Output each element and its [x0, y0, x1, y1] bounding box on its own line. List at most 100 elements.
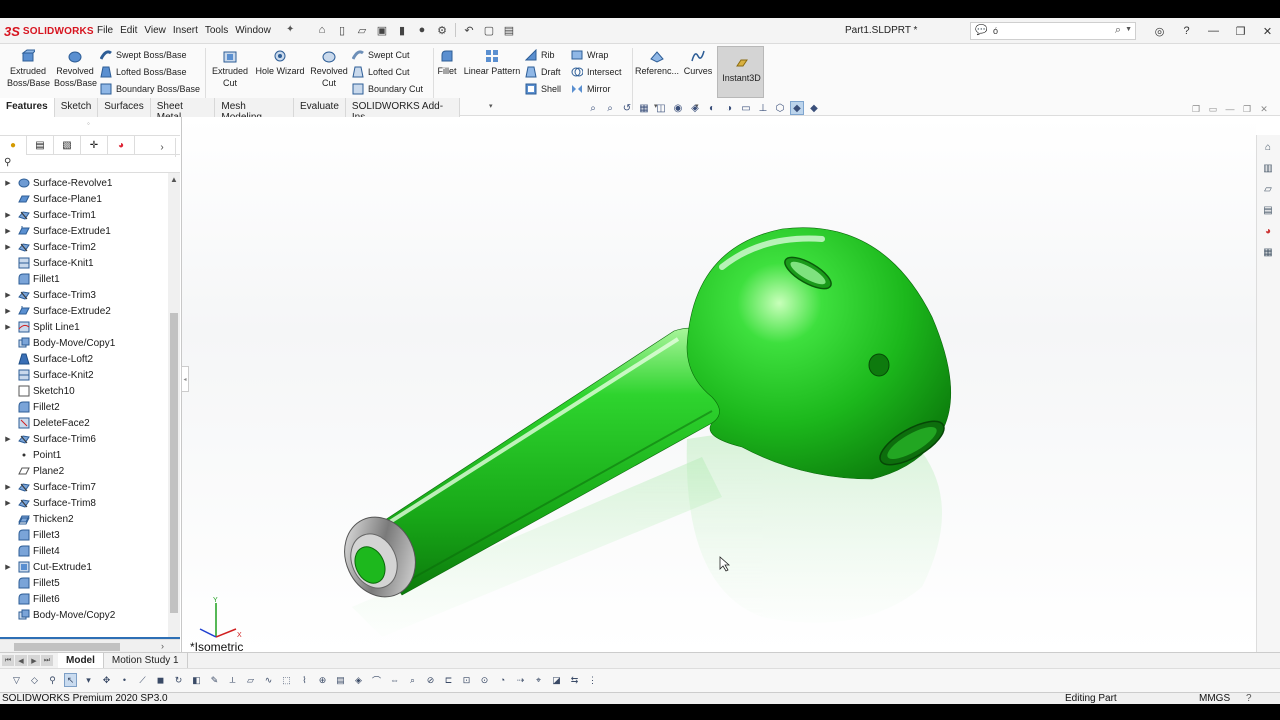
- search-box[interactable]: 💬 ó ⌕ ▼: [970, 22, 1136, 40]
- shell-button[interactable]: Shell: [525, 82, 561, 96]
- shaded-with-edges-icon[interactable]: ◆: [790, 101, 804, 115]
- measure-icon[interactable]: ⌕: [406, 673, 419, 687]
- print-icon[interactable]: ▮: [395, 22, 409, 38]
- arrow-icon[interactable]: ⇢: [514, 673, 527, 687]
- view-orientation-icon[interactable]: ◫: [654, 101, 668, 115]
- expand-arrow-icon[interactable]: ▶: [0, 563, 12, 571]
- hole-wizard-button[interactable]: Hole Wizard: [254, 48, 306, 77]
- menu-window[interactable]: Window: [234, 25, 277, 36]
- tree-item[interactable]: ▶ Surface-Extrude1: [0, 223, 168, 239]
- rib-button[interactable]: Rib: [525, 48, 555, 62]
- light-icon[interactable]: ⊙: [478, 673, 491, 687]
- tree-item[interactable]: Fillet5: [0, 575, 168, 591]
- tree-item[interactable]: Sketch10: [0, 383, 168, 399]
- mirror-button[interactable]: Mirror: [571, 82, 611, 96]
- scroll-thumb[interactable]: [14, 643, 120, 651]
- tree-item[interactable]: Surface-Knit1: [0, 255, 168, 271]
- display-manager-tab-icon[interactable]: ◕: [108, 136, 135, 155]
- move-icon[interactable]: ✥: [100, 673, 113, 687]
- section-icon[interactable]: ⊘: [424, 673, 437, 687]
- expand-arrow-icon[interactable]: ▶: [0, 435, 12, 443]
- first-tab-icon[interactable]: ⏮: [2, 655, 14, 666]
- body-icon[interactable]: ◧: [190, 673, 203, 687]
- select-cursor-icon[interactable]: ↖: [64, 673, 77, 687]
- feature-manager-tab-icon[interactable]: ●: [0, 136, 27, 155]
- apply-scene-icon[interactable]: ◑: [722, 101, 736, 115]
- line-icon[interactable]: ⟋: [136, 673, 149, 687]
- tab-sheet-metal[interactable]: Sheet Metal: [150, 98, 216, 123]
- hide-show-items-icon[interactable]: ◈: [688, 101, 702, 115]
- chevron-down-icon[interactable]: ▼: [1125, 26, 1132, 33]
- decal-icon[interactable]: ◪: [550, 673, 563, 687]
- zoom-to-area-icon[interactable]: ⌕: [603, 101, 617, 115]
- reference-geometry-button[interactable]: Referenc...: [635, 48, 679, 77]
- tree-item[interactable]: ▶ Split Line1: [0, 319, 168, 335]
- panel-grip-icon[interactable]: ◦: [87, 119, 90, 128]
- tree-item[interactable]: Fillet4: [0, 543, 168, 559]
- collapse-panel-handle[interactable]: ◂: [181, 366, 189, 392]
- search-icon[interactable]: ⌕: [1115, 24, 1121, 37]
- boundary-boss-button[interactable]: Boundary Boss/Base: [100, 82, 200, 96]
- next-tab-icon[interactable]: ▶: [28, 655, 40, 666]
- unit-system[interactable]: MMGS: [1199, 693, 1230, 704]
- tree-item[interactable]: ▶ Surface-Trim7: [0, 479, 168, 495]
- wrap-button[interactable]: Wrap: [571, 48, 608, 62]
- viewport-close-icon[interactable]: ✕: [1258, 103, 1270, 115]
- display-style-icon[interactable]: ◉: [671, 101, 685, 115]
- restore-icon[interactable]: ❐: [1227, 22, 1254, 40]
- point-icon[interactable]: •: [118, 673, 131, 687]
- last-tab-icon[interactable]: ⏭: [41, 655, 53, 666]
- view-settings-icon[interactable]: ▭: [739, 101, 753, 115]
- new-document-icon[interactable]: ▯: [335, 22, 349, 38]
- tree-item[interactable]: Point1: [0, 447, 168, 463]
- intersect-button[interactable]: Intersect: [571, 65, 622, 79]
- vertical-scrollbar[interactable]: ▲: [168, 173, 180, 641]
- file-properties-icon[interactable]: ▤: [502, 22, 516, 38]
- menu-edit[interactable]: Edit: [119, 25, 143, 36]
- configuration-manager-tab-icon[interactable]: ▧: [54, 136, 81, 155]
- tree-item[interactable]: ▶ Surface-Trim6: [0, 431, 168, 447]
- linear-pattern-button[interactable]: Linear Pattern: [462, 48, 522, 77]
- dimxpert-manager-tab-icon[interactable]: ✛: [81, 136, 108, 155]
- tree-item[interactable]: Body-Move/Copy1: [0, 335, 168, 351]
- filter-vertices-icon[interactable]: ▽: [10, 673, 23, 687]
- expand-arrow-icon[interactable]: ▶: [0, 243, 12, 251]
- menu-view[interactable]: View: [143, 25, 172, 36]
- isometric-view-icon[interactable]: ⬡: [773, 101, 787, 115]
- tree-item[interactable]: Surface-Loft2: [0, 351, 168, 367]
- tab-surfaces[interactable]: Surfaces: [98, 98, 151, 117]
- scroll-thumb[interactable]: [170, 313, 178, 613]
- expand-arrow-icon[interactable]: ▶: [0, 291, 12, 299]
- tree-item[interactable]: Thicken2: [0, 511, 168, 527]
- face-icon[interactable]: ◼: [154, 673, 167, 687]
- expand-arrow-icon[interactable]: ▶: [0, 323, 12, 331]
- chevron-down-icon[interactable]: ▾: [489, 102, 493, 110]
- plane-icon[interactable]: ▱: [244, 673, 257, 687]
- scene-icon[interactable]: ⇆: [568, 673, 581, 687]
- tree-item[interactable]: ▶ Surface-Extrude2: [0, 303, 168, 319]
- viewport-restore-icon[interactable]: ❐: [1190, 103, 1202, 115]
- note-icon[interactable]: ▤: [334, 673, 347, 687]
- lofted-cut-button[interactable]: Lofted Cut: [352, 65, 410, 79]
- tab-motion-study[interactable]: Motion Study 1: [104, 653, 188, 668]
- expand-arrow-icon[interactable]: ▶: [0, 227, 12, 235]
- curve-icon[interactable]: ⌒: [370, 673, 383, 687]
- tree-item[interactable]: ▶ Surface-Trim3: [0, 287, 168, 303]
- extruded-boss-button[interactable]: Extruded Boss/Base: [6, 48, 50, 89]
- appearance-icon[interactable]: ◈: [352, 673, 365, 687]
- select-icon[interactable]: ▢: [482, 22, 496, 38]
- tree-item[interactable]: ▶ Surface-Trim2: [0, 239, 168, 255]
- help-icon[interactable]: ?: [1246, 693, 1252, 704]
- home-icon[interactable]: ⌂: [315, 22, 329, 38]
- reference-icon[interactable]: ⊡: [460, 673, 473, 687]
- extruded-cut-button[interactable]: Extruded Cut: [208, 48, 252, 89]
- tab-model[interactable]: Model: [58, 653, 104, 668]
- tree-item[interactable]: ▶ Surface-Trim8: [0, 495, 168, 511]
- horizontal-scrollbar[interactable]: ›: [0, 639, 180, 653]
- minimize-icon[interactable]: —: [1200, 22, 1227, 40]
- expand-arrow-icon[interactable]: ▶: [0, 211, 12, 219]
- tree-item[interactable]: Fillet3: [0, 527, 168, 543]
- help-icon[interactable]: ?: [1173, 22, 1200, 40]
- solidworks-logo[interactable]: 3S SOLIDWORKS: [4, 23, 94, 39]
- feature-filter[interactable]: ⚲: [0, 155, 180, 173]
